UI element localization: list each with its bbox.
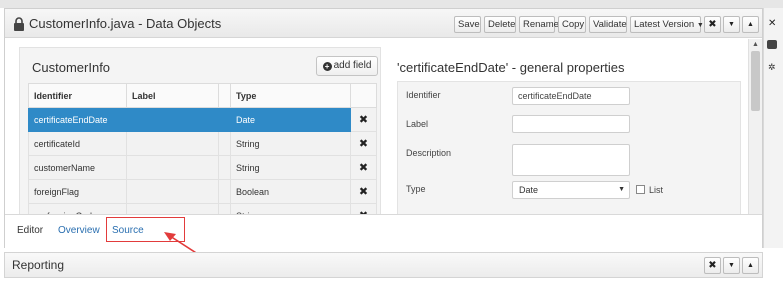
table-row[interactable]: customerName String ✖	[28, 155, 377, 180]
field-type: Date	[230, 107, 351, 132]
table-row[interactable]: certificateEndDate Date ✖	[28, 107, 377, 132]
close-icon[interactable]: ✖	[704, 16, 721, 33]
lock-icon	[14, 17, 24, 31]
gear-icon[interactable]: ✲	[768, 62, 776, 73]
type-select-value: Date	[519, 185, 539, 195]
editor-tab-bar: Editor Overview Source	[5, 214, 762, 248]
description-field[interactable]	[512, 144, 630, 176]
field-identifier: certificateEndDate	[28, 107, 127, 132]
list-label: List	[649, 185, 664, 195]
editor-title-bar: CustomerInfo.java - Data Objects Save De…	[5, 9, 762, 38]
reporting-title: Reporting	[12, 258, 65, 272]
scrollbar-thumb[interactable]	[751, 51, 760, 111]
chevron-down-icon: ▼	[696, 22, 704, 29]
latest-version-label: Latest Version	[634, 19, 695, 30]
top-strip	[0, 0, 783, 8]
menu-caret-icon[interactable]: ▼	[723, 257, 740, 274]
tab-source[interactable]: Source	[112, 225, 144, 236]
save-button[interactable]: Save	[454, 16, 481, 33]
plus-circle-icon: +	[322, 62, 332, 71]
type-select[interactable]: Date ▼	[512, 181, 630, 199]
field-label	[126, 107, 219, 132]
field-identifier: customerName	[28, 155, 127, 180]
field-type: String	[230, 155, 351, 180]
fields-table: Identifier Label Type certificateEndDate…	[28, 83, 377, 228]
field-identifier: foreignFlag	[28, 179, 127, 204]
reporting-panel-header: Reporting ✖ ▼ ▲	[4, 252, 763, 278]
add-field-button[interactable]: + add field	[316, 56, 378, 76]
list-checkbox[interactable]	[636, 185, 645, 194]
properties-form: Identifier certificateEndDate Label Desc…	[397, 81, 741, 223]
type-label: Type	[406, 184, 426, 194]
close-icon[interactable]: ✕	[768, 18, 776, 29]
field-spacer	[218, 131, 231, 156]
identifier-label: Identifier	[406, 90, 441, 100]
field-label	[126, 131, 219, 156]
copy-button[interactable]: Copy	[558, 16, 586, 33]
field-spacer	[218, 155, 231, 180]
collapse-icon[interactable]: ▲	[742, 257, 759, 274]
briefcase-icon[interactable]	[767, 40, 777, 49]
scroll-up-icon[interactable]: ▲	[752, 41, 759, 48]
table-header-row: Identifier Label Type	[28, 83, 377, 108]
field-type: String	[230, 131, 351, 156]
data-object-name: CustomerInfo	[32, 60, 111, 75]
description-label: Description	[406, 148, 452, 158]
chevron-down-icon: ▼	[618, 186, 625, 193]
identifier-field[interactable]: certificateEndDate	[512, 87, 630, 105]
add-field-label: add field	[333, 60, 372, 71]
side-toolbar: ✕ ✲	[763, 8, 783, 248]
field-label	[126, 155, 219, 180]
bottom-strip	[0, 282, 783, 298]
delete-field-icon[interactable]: ✖	[350, 131, 377, 156]
table-row[interactable]: foreignFlag Boolean ✖	[28, 179, 377, 204]
properties-heading: 'certificateEndDate' - general propertie…	[397, 60, 625, 75]
delete-button[interactable]: Delete	[484, 16, 516, 33]
menu-caret-icon[interactable]: ▼	[723, 16, 740, 33]
column-header-type[interactable]: Type	[230, 83, 351, 108]
tab-editor[interactable]: Editor	[17, 225, 43, 236]
column-header-identifier[interactable]: Identifier	[28, 83, 127, 108]
editor-title: CustomerInfo.java - Data Objects	[29, 16, 222, 31]
data-objects-editor: CustomerInfo.java - Data Objects Save De…	[4, 8, 763, 248]
collapse-icon[interactable]: ▲	[742, 16, 759, 33]
field-spacer	[218, 179, 231, 204]
column-header-label[interactable]: Label	[126, 83, 219, 108]
delete-field-icon[interactable]: ✖	[350, 179, 377, 204]
field-label	[126, 179, 219, 204]
close-icon[interactable]: ✖	[704, 257, 721, 274]
fields-panel: CustomerInfo + add field Identifier Label…	[19, 47, 381, 228]
label-field[interactable]	[512, 115, 630, 133]
delete-field-icon[interactable]: ✖	[350, 107, 377, 132]
table-row[interactable]: certificateId String ✖	[28, 131, 377, 156]
delete-field-icon[interactable]: ✖	[350, 155, 377, 180]
field-spacer	[218, 107, 231, 132]
validate-button[interactable]: Validate	[589, 16, 627, 33]
tab-overview[interactable]: Overview	[58, 225, 100, 236]
field-type: Boolean	[230, 179, 351, 204]
column-header-spacer	[218, 83, 231, 108]
field-identifier: certificateId	[28, 131, 127, 156]
rename-button[interactable]: Rename	[519, 16, 559, 33]
label-label: Label	[406, 119, 429, 129]
latest-version-dropdown[interactable]: Latest Version ▼	[630, 16, 704, 33]
vertical-scrollbar[interactable]: ▲ ▼	[748, 39, 762, 222]
properties-panel: 'certificateEndDate' - general propertie…	[391, 47, 761, 223]
column-header-actions	[350, 83, 377, 108]
